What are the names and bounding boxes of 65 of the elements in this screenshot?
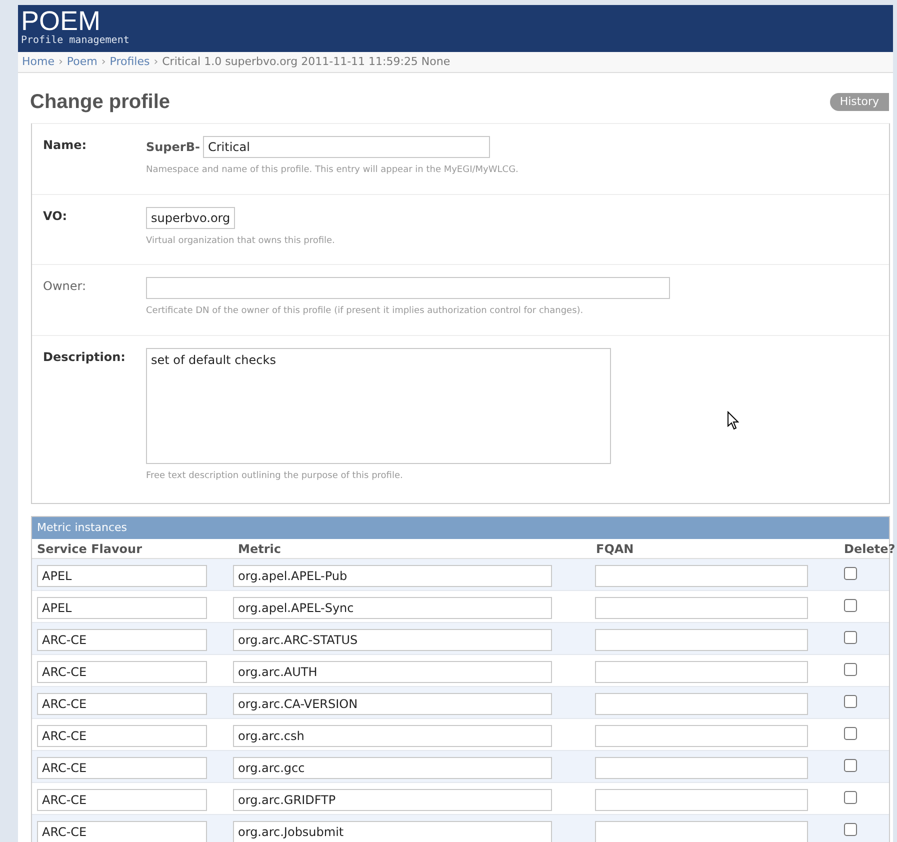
mouse-pointer-icon — [727, 411, 739, 430]
text-field[interactable] — [595, 692, 808, 714]
text-field[interactable]: ARC-CE — [37, 628, 207, 650]
delete-checkbox[interactable] — [844, 694, 857, 708]
field-label: VO: — [43, 208, 68, 224]
text-field[interactable] — [595, 660, 808, 682]
field-label: Description: — [43, 348, 126, 366]
text-field[interactable] — [595, 628, 808, 650]
breadcrumb-link[interactable]: Poem — [66, 54, 98, 70]
text-field[interactable]: ARC-CE — [37, 756, 207, 778]
column-header: Metric — [237, 540, 282, 558]
text-field[interactable] — [595, 756, 808, 778]
delete-checkbox[interactable] — [844, 822, 857, 836]
column-header: Delete? — [843, 540, 896, 558]
delete-checkbox[interactable] — [844, 726, 857, 740]
text-field[interactable]: ARC-CE — [37, 788, 207, 810]
field-label: Owner: — [43, 278, 88, 295]
text-field[interactable]: ARC-CE — [37, 724, 207, 746]
app-subtitle: Profile management — [21, 35, 130, 47]
section-header: Metric instances — [32, 517, 889, 539]
text-field[interactable]: org.arc.gcc — [233, 756, 552, 778]
text-field[interactable] — [595, 788, 808, 810]
delete-checkbox[interactable] — [844, 790, 857, 804]
breadcrumb-separator: › — [154, 54, 158, 70]
text-field[interactable] — [595, 564, 808, 586]
text-field[interactable]: org.arc.csh — [233, 724, 552, 746]
text-field[interactable]: ARC-CE — [37, 660, 207, 682]
text-field[interactable]: Critical — [202, 136, 490, 158]
text-field[interactable]: ARC-CE — [37, 820, 207, 842]
text-field[interactable]: APEL — [37, 596, 207, 618]
delete-checkbox[interactable] — [844, 630, 857, 644]
text-field[interactable]: ARC-CE — [37, 692, 207, 714]
help-text: Free text description outlining the purpose of this profile. — [146, 470, 404, 482]
page-title: Change profile — [30, 90, 170, 115]
text-field[interactable]: org.arc.ARC-STATUS — [233, 628, 552, 650]
text-field[interactable]: superbvo.org — [146, 206, 235, 228]
text-field[interactable] — [595, 596, 808, 618]
text-field[interactable]: org.arc.GRIDFTP — [233, 788, 552, 810]
field-label: Name: — [43, 137, 88, 154]
text-field[interactable] — [595, 820, 808, 842]
text-field[interactable]: org.arc.Jobsubmit — [233, 820, 552, 842]
app-title: POEM — [21, 7, 102, 35]
delete-checkbox[interactable] — [844, 598, 857, 612]
breadcrumb-separator: › — [58, 54, 63, 70]
column-header: Service Flavour — [36, 540, 143, 558]
column-header: FQAN — [595, 540, 635, 558]
help-text: Certificate DN of the owner of this profile (if present it implies authorization control for changes). — [146, 305, 584, 318]
text-field[interactable]: org.arc.CA-VERSION — [233, 692, 552, 714]
text-field[interactable] — [595, 724, 808, 746]
text-field[interactable]: APEL — [37, 564, 207, 586]
help-text: Namespace and name of this profile. This entry will appear in the MyEGI/MyWLCG. — [146, 164, 518, 177]
name-prefix: SuperB- — [146, 139, 200, 156]
delete-checkbox[interactable] — [844, 566, 857, 580]
breadcrumb-current: Critical 1.0 superbvo.org 2011-11-11 11:59:25 None — [162, 54, 450, 70]
delete-checkbox[interactable] — [844, 662, 857, 676]
breadcrumb-link[interactable]: Profiles — [110, 54, 150, 70]
text-field[interactable]: org.arc.AUTH — [233, 660, 552, 682]
breadcrumb-separator: › — [101, 54, 106, 70]
help-text: Virtual organization that owns this profile. — [146, 234, 335, 248]
text-field[interactable]: org.apel.APEL-Sync — [233, 596, 552, 618]
description-field[interactable]: set of default checks — [146, 348, 611, 464]
text-field[interactable]: org.apel.APEL-Pub — [233, 564, 552, 586]
breadcrumb-link[interactable]: Home — [22, 54, 54, 70]
delete-checkbox[interactable] — [844, 758, 857, 772]
text-field[interactable] — [146, 277, 670, 299]
